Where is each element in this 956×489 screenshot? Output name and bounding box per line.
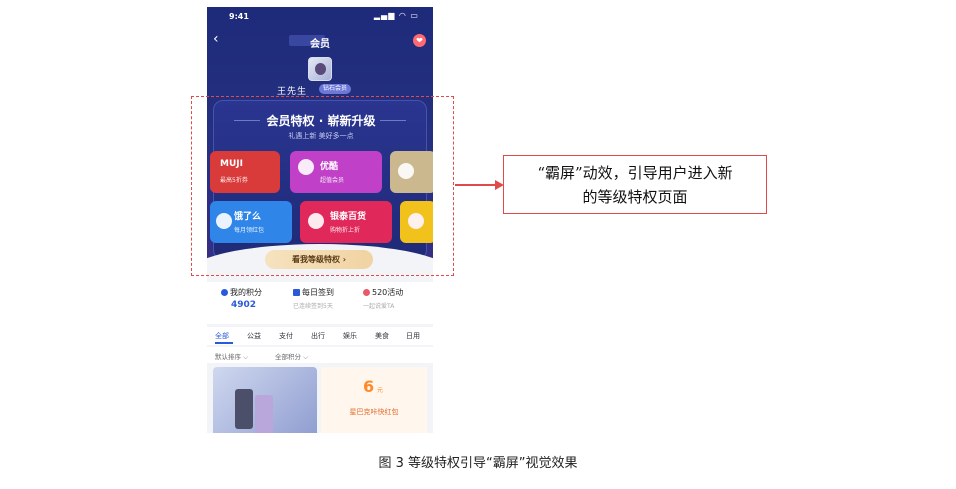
- arrow-line: [455, 184, 499, 186]
- tab-travel[interactable]: 出行: [311, 331, 325, 341]
- tab-entertainment[interactable]: 娱乐: [343, 331, 357, 341]
- tab-indicator: [215, 342, 233, 344]
- points-value: 4902: [231, 300, 257, 310]
- callout-line-2: 的等级特权页面: [582, 188, 688, 206]
- avatar[interactable]: [308, 57, 332, 81]
- avatar-face: [315, 63, 326, 75]
- calendar-icon: [293, 289, 300, 296]
- gift-icon[interactable]: ❤: [413, 34, 426, 47]
- stat-sub: 已连续签到5天: [293, 303, 333, 310]
- category-tabs: 全部 公益 支付 出行 娱乐 美食 日用: [207, 327, 433, 345]
- phone-image: [255, 395, 273, 433]
- status-icons: ▂▄▆ ◠ ▭: [373, 11, 419, 20]
- phone-image: [235, 389, 253, 429]
- member-badge: 钻石会员: [319, 84, 352, 94]
- check-icon: [221, 289, 228, 296]
- sort-dropdown[interactable]: 默认排序 ⌵: [215, 351, 248, 362]
- stats-bar: 我的积分 4902 每日签到 已连续签到5天 520活动 一起说爱TA: [207, 282, 433, 324]
- heart-icon: [363, 289, 370, 296]
- stat-sub: 一起说爱TA: [363, 303, 395, 310]
- points-stat[interactable]: 我的积分 4902: [221, 287, 262, 310]
- tab-charity[interactable]: 公益: [247, 331, 261, 341]
- coupon-card[interactable]: 6 元 星巴克咔快红包: [321, 367, 427, 433]
- highlight-box: [191, 96, 454, 276]
- stat-label: 520活动: [372, 288, 404, 297]
- event-stat[interactable]: 520活动 一起说爱TA: [363, 287, 403, 310]
- coupon-text: 星巴克咔快红包: [349, 408, 399, 416]
- callout-box: “霸屏”动效，引导用户进入新 的等级特权页面: [503, 155, 767, 214]
- status-time: 9:41: [229, 12, 249, 21]
- nav-bar: ‹ 会员 ❤: [207, 31, 433, 51]
- page-title: 会员: [310, 39, 330, 50]
- tab-daily[interactable]: 日用: [406, 331, 420, 341]
- coupon-unit: 元: [377, 387, 384, 394]
- points-dropdown[interactable]: 全部积分 ⌵: [275, 351, 308, 362]
- product-card[interactable]: [213, 367, 317, 433]
- tab-all[interactable]: 全部: [215, 331, 229, 341]
- checkin-stat[interactable]: 每日签到 已连续签到5天: [293, 287, 334, 310]
- tab-food[interactable]: 美食: [375, 331, 389, 341]
- stat-label: 每日签到: [302, 288, 334, 297]
- coupon-amount: 6: [363, 377, 375, 396]
- callout-line-1: “霸屏”动效，引导用户进入新: [537, 164, 733, 182]
- status-bar: 9:41 ▂▄▆ ◠ ▭: [207, 11, 433, 25]
- tab-payment[interactable]: 支付: [279, 331, 293, 341]
- filter-bar: 默认排序 ⌵ 全部积分 ⌵: [207, 347, 433, 363]
- stat-label: 我的积分: [230, 288, 262, 297]
- figure: 9:41 ▂▄▆ ◠ ▭ ‹ 会员 ❤ 王先生 钻石会员 会员特权 · 崭新升级…: [0, 0, 956, 489]
- figure-caption: 图 3 等级特权引导“霸屏”视觉效果: [378, 456, 578, 471]
